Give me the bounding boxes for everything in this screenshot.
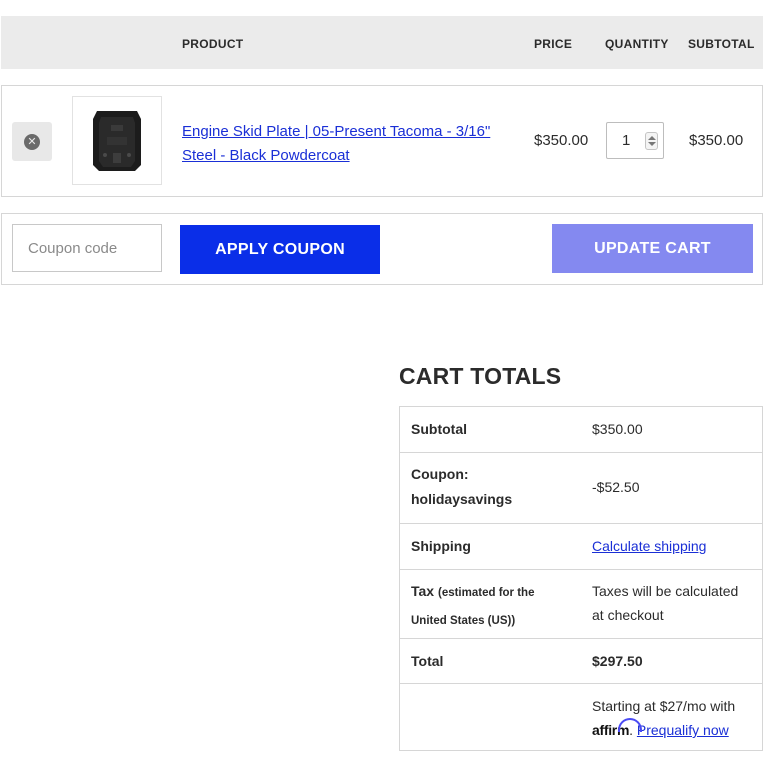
affirm-arc-icon <box>618 718 642 732</box>
totals-row-total: Total $297.50 <box>400 639 762 684</box>
affirm-logo: affirm <box>592 718 642 738</box>
totals-row-affirm: Starting at $27/mo with affirm. Prequali… <box>400 684 762 750</box>
subtotal-value: $350.00 <box>592 421 643 437</box>
coupon-code-name: holidaysavings <box>411 491 513 507</box>
tax-note-line2: United States (US)) <box>411 615 516 627</box>
coupon-label-line1: Coupon: <box>411 466 469 482</box>
cart-totals-title: CART TOTALS <box>399 363 562 389</box>
product-thumbnail[interactable] <box>72 96 162 185</box>
tax-value-line2: at checkout <box>592 607 664 623</box>
totals-row-coupon: Coupon: holidaysavings -$52.50 <box>400 453 762 524</box>
prequalify-now-link[interactable]: Prequalify now <box>637 722 729 738</box>
quantity-value[interactable]: 1 <box>622 132 630 149</box>
cart-totals-table: Subtotal $350.00 Coupon: holidaysavings … <box>399 406 763 751</box>
item-price: $350.00 <box>534 132 589 149</box>
coupon-code-input[interactable] <box>12 224 162 272</box>
shipping-label: Shipping <box>411 538 471 554</box>
skid-plate-icon <box>93 110 141 171</box>
tax-value: Taxes will be calculated at checkout <box>592 579 738 627</box>
cart-table-header: PRODUCT PRICE QUANTITY SUBTOTAL <box>1 16 763 69</box>
cart-item-row: ✕ Engine Skid Plate | 05-Present Tacoma … <box>1 85 763 197</box>
remove-item-button[interactable]: ✕ <box>12 122 52 161</box>
tax-label-text: Tax <box>411 583 435 599</box>
coupon-discount-value: -$52.50 <box>592 479 640 495</box>
tax-value-line1: Taxes will be calculated <box>592 583 739 599</box>
header-subtotal: SUBTOTAL <box>688 37 755 51</box>
chevron-down-icon[interactable] <box>648 142 656 146</box>
item-subtotal: $350.00 <box>689 132 744 149</box>
totals-row-shipping: Shipping Calculate shipping <box>400 524 762 570</box>
coupon-label: Coupon: holidaysavings <box>411 462 512 512</box>
chevron-up-icon[interactable] <box>648 136 656 140</box>
totals-row-subtotal: Subtotal $350.00 <box>400 407 762 453</box>
tax-note-line1: (estimated for the <box>437 587 535 599</box>
product-name-link[interactable]: Engine Skid Plate | 05-Present Tacoma - … <box>182 120 502 168</box>
affirm-promo-text: Starting at $27/mo with <box>592 698 736 714</box>
quantity-stepper[interactable]: 1 <box>606 122 664 159</box>
coupon-actions-row: APPLY COUPON UPDATE CART <box>1 213 763 285</box>
subtotal-label: Subtotal <box>411 421 467 437</box>
close-circle-icon: ✕ <box>24 133 40 150</box>
total-value: $297.50 <box>592 653 643 669</box>
calculate-shipping-link[interactable]: Calculate shipping <box>592 534 706 558</box>
total-label: Total <box>411 653 444 669</box>
tax-label: Tax (estimated for the United States (US… <box>411 578 534 634</box>
header-quantity: QUANTITY <box>605 37 669 51</box>
affirm-promo: Starting at $27/mo with affirm. Prequali… <box>592 698 736 738</box>
apply-coupon-button[interactable]: APPLY COUPON <box>180 225 380 274</box>
totals-row-tax: Tax (estimated for the United States (US… <box>400 570 762 639</box>
update-cart-button[interactable]: UPDATE CART <box>552 224 753 273</box>
header-product: PRODUCT <box>182 37 244 51</box>
stepper-arrows[interactable] <box>645 132 658 150</box>
header-price: PRICE <box>534 37 573 51</box>
